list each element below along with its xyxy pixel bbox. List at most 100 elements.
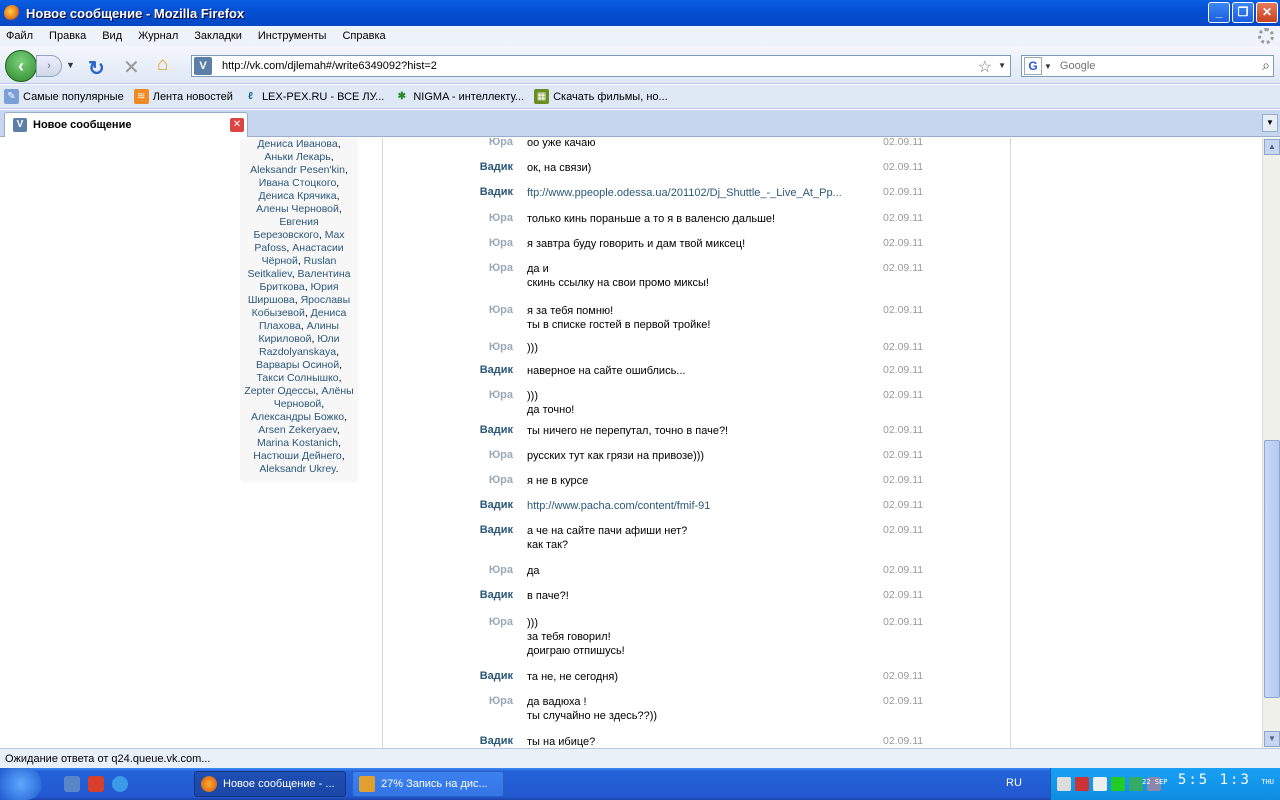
separator: , — [341, 450, 345, 462]
friend-link[interactable]: Настюши Дейнего — [253, 450, 341, 462]
message-author[interactable]: Вадик — [463, 589, 513, 601]
clock[interactable]: 22 SEP 5:5 1:3 THU — [1142, 772, 1274, 788]
menu-bookmarks[interactable]: Закладки — [194, 30, 242, 42]
message-text: да вадюха ! ты случайно не здесь??)) — [527, 696, 658, 722]
tab-list-dropdown-icon[interactable]: ▼ — [1262, 114, 1278, 132]
message-author[interactable]: Юра — [463, 449, 513, 461]
message-date: 02.09.11 — [883, 389, 924, 401]
show-desktop-icon[interactable] — [64, 776, 80, 792]
bookmark-star-icon[interactable]: ☆ — [978, 57, 992, 77]
keyboard-icon[interactable] — [1057, 777, 1071, 791]
message-author[interactable]: Юра — [463, 304, 513, 316]
firefox-icon[interactable] — [4, 5, 20, 21]
message-text[interactable]: ftp://www.ppeople.odessa.ua/201102/Dj_Sh… — [527, 186, 867, 200]
close-button[interactable]: ✕ — [1256, 2, 1278, 23]
ie-icon[interactable] — [112, 776, 128, 792]
scroll-up-icon[interactable]: ▲ — [1264, 139, 1280, 155]
tab-close-icon[interactable]: ✕ — [230, 118, 244, 132]
message-text: русских тут как грязи на привозе))) — [527, 450, 705, 462]
friend-link[interactable]: Aleksandr Pesen'kin — [250, 164, 345, 176]
message-author[interactable]: Вадик — [463, 186, 513, 198]
scroll-thumb[interactable] — [1264, 440, 1280, 698]
url-bar[interactable]: V http://vk.com/djlemah#/write6349092?hi… — [191, 55, 1011, 77]
green-tray-icon[interactable] — [1111, 777, 1125, 791]
home-icon[interactable]: ⌂ — [157, 54, 168, 76]
message-author[interactable]: Вадик — [463, 364, 513, 376]
taskbar-burn-window[interactable]: 27% Запись на дис... — [352, 771, 504, 797]
engine-dropdown-icon[interactable]: ▼ — [1044, 62, 1052, 71]
bookmark-nigma[interactable]: ✱ NIGMA - интеллекту... — [394, 89, 524, 104]
friend-link[interactable]: Ивана Стоцкого — [259, 177, 337, 189]
start-button[interactable] — [0, 768, 42, 800]
message-author[interactable]: Юра — [463, 474, 513, 486]
url-text[interactable]: http://vk.com/djlemah#/write6349092?hist… — [222, 60, 437, 72]
message-author[interactable]: Юра — [463, 212, 513, 224]
message-author[interactable]: Юра — [463, 237, 513, 249]
search-input[interactable] — [1059, 60, 1250, 72]
scroll-down-icon[interactable]: ▼ — [1264, 731, 1280, 747]
history-dropdown-icon[interactable]: ▼ — [66, 60, 75, 70]
message-author[interactable]: Юра — [463, 262, 513, 274]
message-date: 02.09.11 — [883, 499, 924, 511]
message-author[interactable]: Вадик — [463, 161, 513, 173]
language-indicator[interactable]: RU — [1006, 777, 1022, 789]
message-author[interactable]: Вадик — [463, 424, 513, 436]
search-bar[interactable]: G ▼ ⌕ — [1021, 55, 1274, 77]
message-author[interactable]: Вадик — [463, 499, 513, 511]
bookmark-films[interactable]: ▦ Скачать фильмы, но... — [534, 89, 668, 104]
friend-link[interactable]: Александры Божко — [251, 411, 344, 423]
message-author[interactable]: Юра — [463, 138, 513, 148]
friend-link[interactable]: Дениса Иванова — [257, 138, 337, 150]
friend-link[interactable]: Евгения Березовского — [253, 216, 318, 241]
forward-button[interactable]: › — [36, 55, 62, 77]
message-author[interactable]: Юра — [463, 616, 513, 628]
message-text: а че на сайте пачи афиши нет? как так? — [527, 525, 688, 551]
vertical-scrollbar[interactable]: ▲ ▼ — [1262, 138, 1280, 748]
message-author[interactable]: Вадик — [463, 735, 513, 747]
friend-link[interactable]: Такси Солнышко — [256, 372, 338, 384]
message-author[interactable]: Вадик — [463, 670, 513, 682]
menu-file[interactable]: Файл — [6, 30, 33, 42]
message-author[interactable]: Юра — [463, 564, 513, 576]
google-engine-icon[interactable]: G — [1024, 57, 1042, 75]
taskbar-firefox-window[interactable]: Новое сообщение - ... — [194, 771, 346, 797]
friend-link[interactable]: Zepter Одессы — [244, 385, 315, 397]
url-dropdown-icon[interactable]: ▼ — [998, 61, 1006, 70]
volume-icon[interactable] — [1093, 777, 1107, 791]
bookmark-lexpex[interactable]: ℓ LEX-PEX.RU - ВСЕ ЛУ... — [243, 89, 384, 104]
menu-help[interactable]: Справка — [342, 30, 385, 42]
message-author[interactable]: Вадик — [463, 524, 513, 536]
message-text[interactable]: http://www.pacha.com/content/fmif-91 — [527, 499, 867, 513]
bookmark-news-feed[interactable]: ≋ Лента новостей — [133, 89, 233, 104]
bookmark-most-visited[interactable]: ✎ Самые популярные — [4, 89, 124, 104]
message-date: 02.09.11 — [883, 212, 924, 224]
friend-link[interactable]: Дениса Крячика — [258, 190, 336, 202]
opera-icon[interactable] — [88, 776, 104, 792]
tab-new-message[interactable]: V Новое сообщение ✕ — [4, 112, 248, 137]
friend-link[interactable]: Аньки Лекарь — [264, 151, 330, 163]
minimize-button[interactable]: _ — [1208, 2, 1230, 23]
friend-link[interactable]: Алены Черновой — [256, 203, 339, 215]
friend-link[interactable]: Marina Kostanich — [257, 437, 338, 449]
menu-view[interactable]: Вид — [102, 30, 122, 42]
stop-icon[interactable]: ✕ — [123, 55, 140, 80]
friend-link[interactable]: Aleksandr Ukrey — [259, 463, 335, 475]
navigation-toolbar: ‹ › ▼ ↻ ✕ ⌂ V http://vk.com/djlemah#/wri… — [0, 46, 1280, 84]
menu-history[interactable]: Журнал — [138, 30, 178, 42]
friend-link[interactable]: Arsen Zekeryaev — [258, 424, 337, 436]
search-icon[interactable]: ⌕ — [1262, 57, 1270, 74]
message-author[interactable]: Юра — [463, 341, 513, 353]
film-icon: ▦ — [534, 89, 550, 104]
reload-icon[interactable]: ↻ — [88, 56, 105, 81]
message-text: ок, на связи) — [527, 162, 592, 174]
menu-tools[interactable]: Инструменты — [258, 30, 327, 42]
tray-app-icon[interactable] — [1129, 777, 1143, 791]
network-error-icon[interactable] — [1075, 777, 1089, 791]
message-author[interactable]: Юра — [463, 389, 513, 401]
menu-edit[interactable]: Правка — [49, 30, 86, 42]
message-author[interactable]: Юра — [463, 695, 513, 707]
maximize-button[interactable]: ❐ — [1232, 2, 1254, 23]
friend-link[interactable]: Варвары Осиной — [256, 359, 339, 371]
back-button[interactable]: ‹ — [5, 50, 37, 82]
rss-icon: ≋ — [133, 89, 149, 104]
